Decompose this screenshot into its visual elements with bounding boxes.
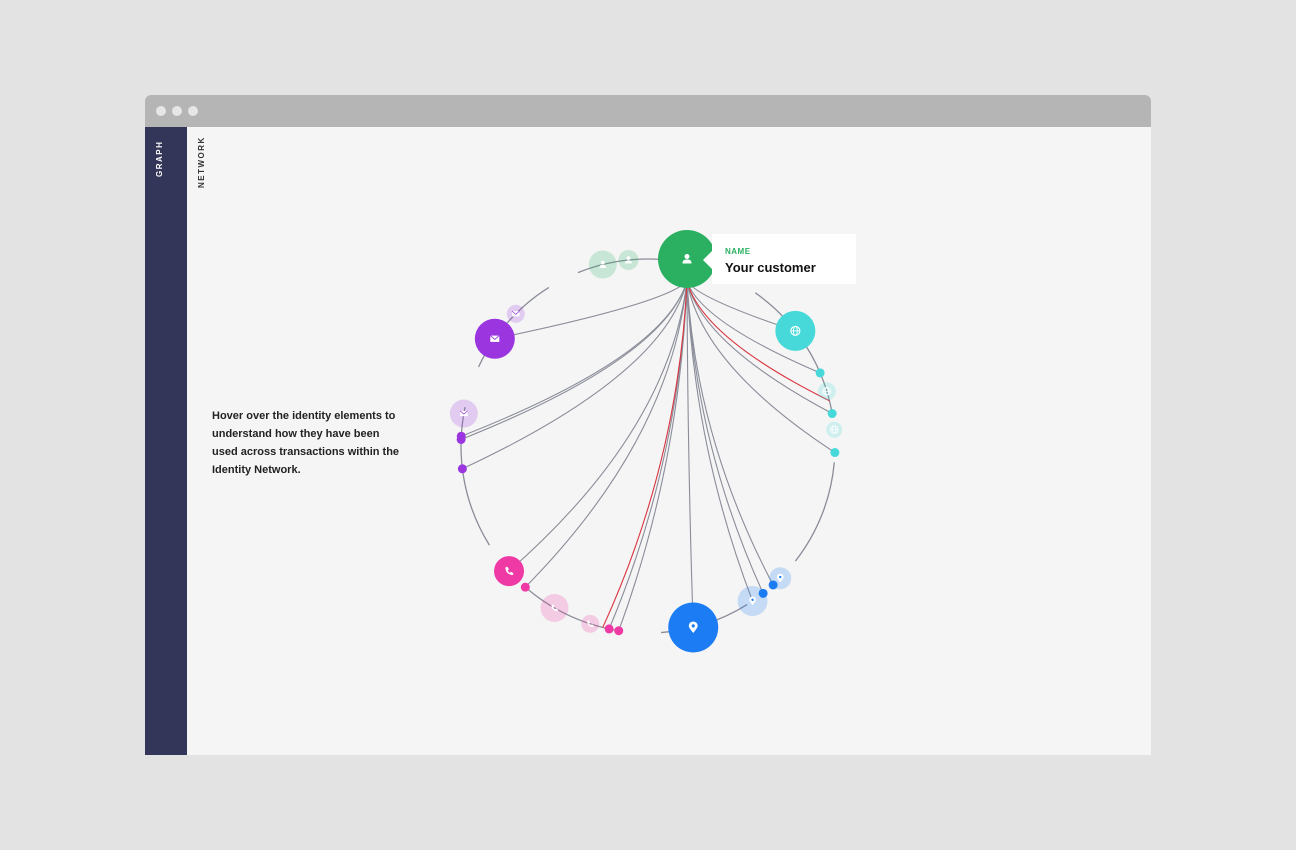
ring-arc (460, 406, 490, 546)
location-node[interactable] (737, 586, 768, 617)
phone-node-circle (494, 556, 525, 587)
envelope-icon (459, 410, 468, 417)
name-node[interactable] (618, 250, 639, 271)
phone-node[interactable] (494, 556, 525, 587)
connection-line (686, 280, 754, 602)
connector-dot[interactable] (827, 409, 837, 419)
name-node-circle (618, 250, 639, 271)
connection-line (686, 280, 764, 594)
phone-node-circle (581, 614, 600, 633)
connector-dot[interactable] (457, 464, 467, 474)
connection-line (608, 280, 688, 630)
web-node[interactable] (817, 382, 836, 401)
email-node[interactable] (449, 399, 478, 428)
name-node[interactable] (588, 250, 617, 279)
web-node[interactable] (775, 310, 816, 351)
connector-dot[interactable] (520, 582, 530, 592)
connection-line (462, 280, 688, 470)
connector-dot[interactable] (614, 626, 624, 636)
connector-dot[interactable] (830, 448, 840, 458)
phone-node[interactable] (540, 593, 569, 622)
connector-dot[interactable] (456, 431, 466, 441)
phone-node-circle (540, 593, 569, 622)
connector-dot[interactable] (815, 368, 825, 378)
connection-line (686, 280, 833, 415)
browser-window: GRAPH NETWORK Hover over the identity el… (145, 95, 1151, 755)
envelope-icon (511, 310, 520, 317)
ring-arc (794, 462, 835, 562)
connection-line (686, 280, 836, 453)
connection-line (602, 280, 688, 628)
location-node[interactable] (668, 602, 719, 653)
envelope-icon (490, 335, 500, 342)
email-node[interactable] (474, 318, 515, 359)
location-node[interactable] (769, 567, 792, 590)
identity-network-graph (449, 230, 843, 653)
tooltip-value: Your customer (725, 260, 816, 275)
web-node[interactable] (826, 421, 843, 438)
email-node[interactable] (506, 304, 525, 323)
connection-line (460, 280, 688, 440)
node-tooltip: NAME Your customer (703, 234, 856, 284)
tooltip-label: NAME (725, 247, 751, 256)
phone-node[interactable] (581, 614, 600, 633)
connector-dot[interactable] (604, 624, 614, 634)
